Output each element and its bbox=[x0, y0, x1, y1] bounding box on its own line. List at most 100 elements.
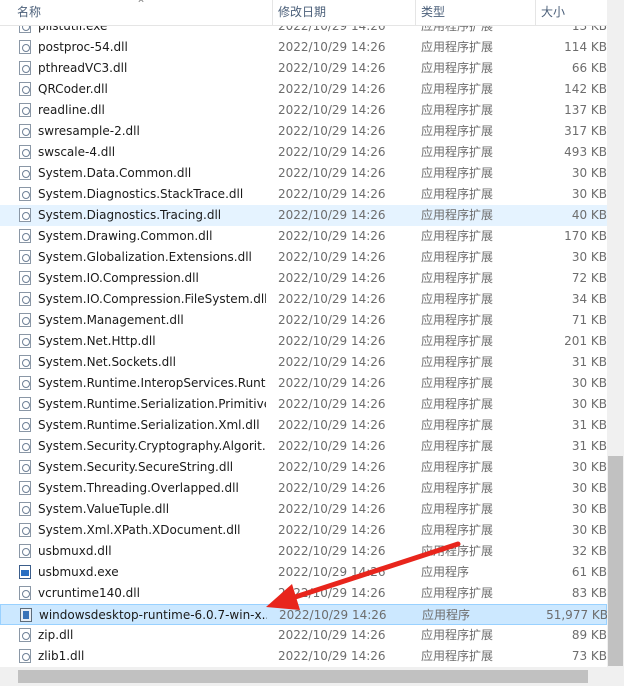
dll-file-icon bbox=[19, 145, 31, 159]
file-row[interactable]: System.Diagnostics.Tracing.dll 2022/10/29… bbox=[0, 205, 607, 226]
dll-file-icon bbox=[19, 208, 31, 222]
sort-ascending-icon: ⌃ bbox=[136, 0, 147, 11]
file-row[interactable]: pthreadVC3.dll 2022/10/29 14:26 应用程序扩展 66 K… bbox=[0, 58, 607, 79]
file-row[interactable]: System.Management.dll 2022/10/29 14:26 应用程… bbox=[0, 310, 607, 331]
column-divider[interactable] bbox=[272, 0, 273, 25]
file-name: zip.dll bbox=[38, 628, 74, 642]
file-modified-date: 2022/10/29 14:26 bbox=[278, 40, 386, 54]
file-modified-date: 2022/10/29 14:26 bbox=[278, 502, 386, 516]
file-row[interactable]: readline.dll 2022/10/29 14:26 应用程序扩展 137 KB bbox=[0, 100, 607, 121]
file-size: 61 KB bbox=[571, 565, 607, 579]
column-header-size[interactable]: 大小 bbox=[541, 0, 607, 25]
column-divider[interactable] bbox=[415, 0, 416, 25]
file-size: 30 KB bbox=[571, 166, 607, 180]
file-row[interactable]: usbmuxd.dll 2022/10/29 14:26 应用程序扩展 32 KB bbox=[0, 541, 607, 562]
file-row[interactable]: System.IO.Compression.FileSystem.dll 2022… bbox=[0, 289, 607, 310]
file-row[interactable]: System.Net.Http.dll 2022/10/29 14:26 应用程序扩… bbox=[0, 331, 607, 352]
dll-file-icon bbox=[19, 355, 31, 369]
dll-file-icon bbox=[19, 334, 31, 348]
file-row[interactable]: usbmuxd.exe 2022/10/29 14:26 应用程序 61 KB bbox=[0, 562, 607, 583]
dll-file-icon bbox=[19, 166, 31, 180]
file-row[interactable]: System.Security.SecureString.dll 2022/10/… bbox=[0, 457, 607, 478]
file-row[interactable]: zlib1.dll 2022/10/29 14:26 应用程序扩展 73 KB bbox=[0, 646, 607, 667]
file-name: System.Net.Http.dll bbox=[38, 334, 156, 348]
dll-file-icon bbox=[19, 481, 31, 495]
file-row[interactable]: System.Xml.XPath.XDocument.dll 2022/10/29… bbox=[0, 520, 607, 541]
file-type: 应用程序扩展 bbox=[421, 124, 494, 138]
file-row[interactable]: System.Runtime.Serialization.Primitive..… bbox=[0, 394, 607, 415]
file-size: 34 KB bbox=[571, 292, 607, 306]
file-row[interactable]: windowsdesktop-runtime-6.0.7-win-x... 202… bbox=[0, 604, 607, 625]
file-name: System.Drawing.Common.dll bbox=[38, 229, 213, 243]
file-type: 应用程序扩展 bbox=[421, 208, 494, 222]
file-name: System.IO.Compression.dll bbox=[38, 271, 199, 285]
file-row[interactable]: System.Runtime.Serialization.Xml.dll 2022… bbox=[0, 415, 607, 436]
file-name: System.Runtime.InteropServices.Runti... bbox=[38, 376, 266, 390]
file-row[interactable]: swresample-2.dll 2022/10/29 14:26 应用程序扩展 31… bbox=[0, 121, 607, 142]
dll-file-icon bbox=[19, 523, 31, 537]
column-divider[interactable] bbox=[535, 0, 536, 25]
file-modified-date: 2022/10/29 14:26 bbox=[278, 103, 386, 117]
file-size: 89 KB bbox=[571, 628, 607, 642]
file-row[interactable]: swscale-4.dll 2022/10/29 14:26 应用程序扩展 493 K… bbox=[0, 142, 607, 163]
file-modified-date: 2022/10/29 14:26 bbox=[278, 565, 386, 579]
file-type: 应用程序扩展 bbox=[421, 418, 494, 432]
dll-file-icon bbox=[19, 124, 31, 138]
dll-file-icon bbox=[19, 460, 31, 474]
file-name: readline.dll bbox=[38, 103, 105, 117]
vertical-scrollbar-thumb[interactable] bbox=[608, 456, 623, 666]
file-modified-date: 2022/10/29 14:26 bbox=[278, 292, 386, 306]
dll-file-icon bbox=[19, 187, 31, 201]
file-size: 13 KB bbox=[571, 25, 607, 33]
file-row[interactable]: System.Diagnostics.StackTrace.dll 2022/10… bbox=[0, 184, 607, 205]
dll-file-icon bbox=[19, 397, 31, 411]
file-row[interactable]: System.Data.Common.dll 2022/10/29 14:26 应用… bbox=[0, 163, 607, 184]
column-header-date[interactable]: 修改日期 bbox=[278, 0, 408, 25]
dll-file-icon bbox=[19, 313, 31, 327]
file-list-content: pllstutil.exe 2022/10/29 14:26 应用程序扩展 13 KB… bbox=[0, 25, 607, 667]
file-row[interactable]: System.IO.Compression.dll 2022/10/29 14:2… bbox=[0, 268, 607, 289]
file-row[interactable]: System.ValueTuple.dll 2022/10/29 14:26 应用程… bbox=[0, 499, 607, 520]
file-row[interactable]: vcruntime140.dll 2022/10/29 14:26 应用程序扩展 83… bbox=[0, 583, 607, 604]
horizontal-scrollbar-thumb[interactable] bbox=[18, 670, 588, 683]
file-row[interactable]: System.Drawing.Common.dll 2022/10/29 14:2… bbox=[0, 226, 607, 247]
file-type: 应用程序扩展 bbox=[421, 61, 494, 75]
file-size: 31 KB bbox=[571, 355, 607, 369]
file-modified-date: 2022/10/29 14:26 bbox=[278, 481, 386, 495]
file-name: swresample-2.dll bbox=[38, 124, 140, 138]
file-modified-date: 2022/10/29 14:26 bbox=[278, 355, 386, 369]
file-row[interactable]: System.Runtime.InteropServices.Runti... 2… bbox=[0, 373, 607, 394]
dll-file-icon bbox=[19, 82, 31, 96]
dll-file-icon bbox=[19, 649, 31, 663]
file-row[interactable]: System.Security.Cryptography.Algorit... 2… bbox=[0, 436, 607, 457]
dll-file-icon bbox=[19, 271, 31, 285]
dll-file-icon bbox=[19, 292, 31, 306]
file-row[interactable]: QRCoder.dll 2022/10/29 14:26 应用程序扩展 142 KB bbox=[0, 79, 607, 100]
file-name: pllstutil.exe bbox=[38, 25, 108, 33]
file-type: 应用程序扩展 bbox=[421, 397, 494, 411]
file-name: System.ValueTuple.dll bbox=[38, 502, 170, 516]
file-size: 40 KB bbox=[571, 208, 607, 222]
file-row[interactable]: System.Threading.Overlapped.dll 2022/10/2… bbox=[0, 478, 607, 499]
file-type: 应用程序扩展 bbox=[421, 376, 494, 390]
file-type: 应用程序扩展 bbox=[421, 481, 494, 495]
file-row[interactable]: System.Net.Sockets.dll 2022/10/29 14:26 应用… bbox=[0, 352, 607, 373]
file-row[interactable]: postproc-54.dll 2022/10/29 14:26 应用程序扩展 114… bbox=[0, 37, 607, 58]
dll-file-icon bbox=[19, 439, 31, 453]
file-row[interactable]: zip.dll 2022/10/29 14:26 应用程序扩展 89 KB bbox=[0, 625, 607, 646]
file-row[interactable]: System.Globalization.Extensions.dll 2022/… bbox=[0, 247, 607, 268]
file-name: System.Net.Sockets.dll bbox=[38, 355, 176, 369]
file-type: 应用程序扩展 bbox=[421, 439, 494, 453]
file-modified-date: 2022/10/29 14:26 bbox=[278, 229, 386, 243]
dll-file-icon bbox=[19, 418, 31, 432]
file-size: 317 KB bbox=[564, 124, 607, 138]
file-type: 应用程序 bbox=[422, 608, 471, 622]
file-name: swscale-4.dll bbox=[38, 145, 116, 159]
file-modified-date: 2022/10/29 14:26 bbox=[278, 397, 386, 411]
column-header-type[interactable]: 类型 bbox=[421, 0, 531, 25]
file-modified-date: 2022/10/29 14:26 bbox=[278, 208, 386, 222]
file-type: 应用程序扩展 bbox=[421, 145, 494, 159]
file-modified-date: 2022/10/29 14:26 bbox=[278, 82, 386, 96]
file-type: 应用程序扩展 bbox=[421, 40, 494, 54]
file-row[interactable]: pllstutil.exe 2022/10/29 14:26 应用程序扩展 13 KB bbox=[0, 25, 607, 37]
